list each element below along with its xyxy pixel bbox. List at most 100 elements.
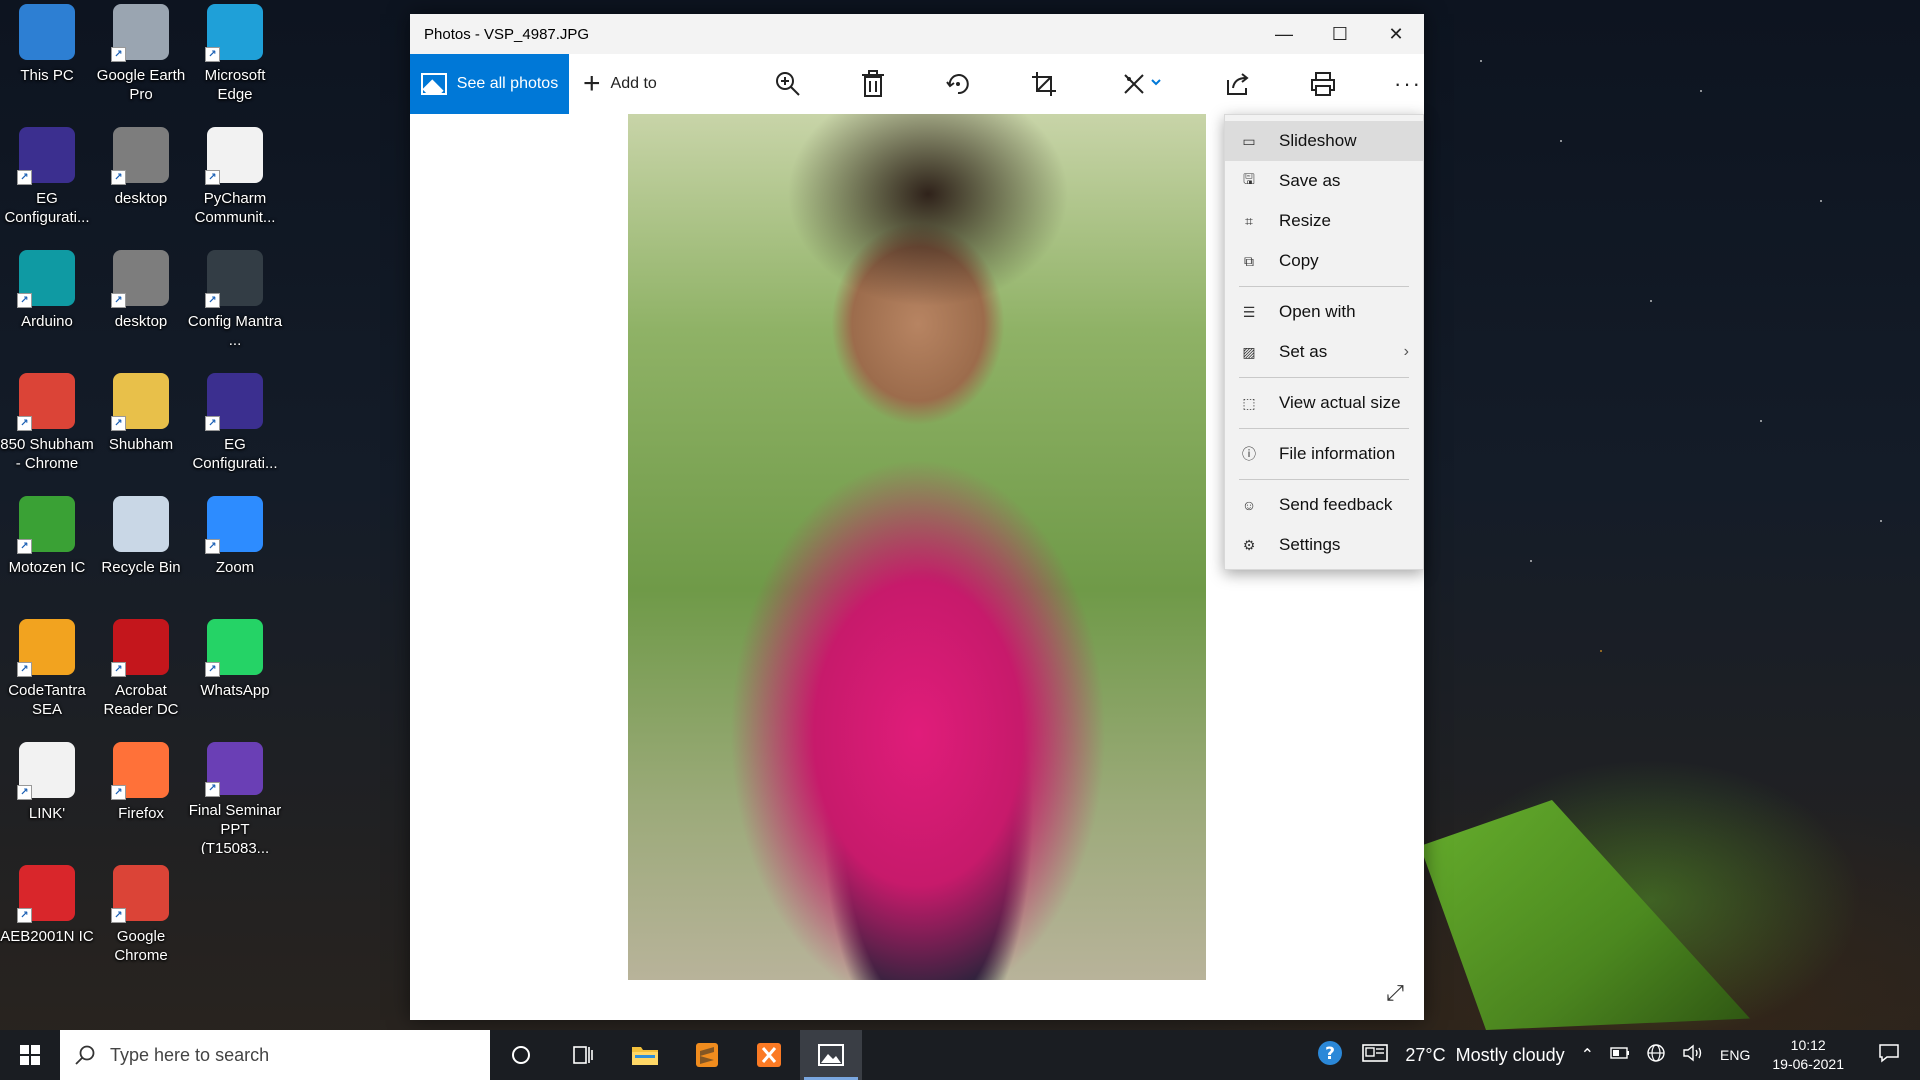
desktop-icon[interactable]: ↗ PyCharm Communit... (188, 127, 282, 239)
shortcut-arrow-icon: ↗ (17, 662, 32, 677)
start-button[interactable] (0, 1030, 60, 1080)
menu-item-send-feedback[interactable]: ☺ Send feedback (1225, 485, 1423, 525)
desktop-icon-label: Google Earth Pro (96, 67, 186, 103)
menu-item-view-actual-size[interactable]: ⬚ View actual size (1225, 383, 1423, 423)
more-options-menu: ▭ Slideshow 🖫 Save as ⌗ Resize ⧉ Copy ☰ … (1224, 114, 1424, 570)
network-globe-icon[interactable] (1638, 1043, 1674, 1068)
whatsapp-icon: ↗ (205, 619, 263, 677)
fullscreen-icon[interactable]: ⤢ (1382, 980, 1408, 1006)
menu-item-label: View actual size (1279, 393, 1401, 412)
menu-item-settings[interactable]: ⚙ Settings (1225, 525, 1423, 565)
add-to-label: Add to (610, 75, 657, 92)
plus-icon: + (583, 67, 601, 100)
desktop-icon[interactable]: ↗ Microsoft Edge (188, 4, 282, 116)
sun-icon: ↗ (17, 619, 75, 677)
task-view-icon[interactable] (552, 1030, 614, 1080)
desktop-icon-label: Motozen IC (8, 559, 86, 576)
window-title: Photos - VSP_4987.JPG (424, 25, 590, 43)
delete-icon[interactable] (855, 66, 891, 102)
desktop-icon-label: Config Mantra ... (187, 313, 283, 349)
cortana-icon[interactable] (490, 1030, 552, 1080)
desktop-icon[interactable]: This PC (0, 4, 94, 116)
desktop-icon[interactable]: ↗ WhatsApp (188, 619, 282, 731)
volume-icon[interactable] (1674, 1044, 1712, 1067)
desktop-icon[interactable]: ↗ Motozen IC (0, 496, 94, 608)
language-indicator[interactable]: ENG (1712, 1047, 1758, 1063)
desktop-icon-label: AEB2001N IC (0, 928, 94, 945)
crop-icon[interactable] (1026, 66, 1062, 102)
desktop-icon-label: Final Seminar PPT (T15083... (188, 801, 282, 854)
file-explorer-icon[interactable] (614, 1030, 676, 1080)
xampp-icon[interactable] (738, 1030, 800, 1080)
menu-divider (1239, 377, 1409, 378)
weather-text[interactable]: 27°C Mostly cloudy (1397, 1045, 1572, 1066)
desktop-icon[interactable]: ↗ Google Chrome (94, 865, 188, 977)
desktop-icon[interactable]: Recycle Bin (94, 496, 188, 608)
menu-item-file-information[interactable]: ⓘ File information (1225, 434, 1423, 474)
desktop-icon-label: Zoom (215, 559, 255, 576)
more-options-icon[interactable]: ··· (1390, 66, 1426, 102)
desktop-icon[interactable]: ↗ CodeTantra SEA (0, 619, 94, 731)
see-all-photos-button[interactable]: See all photos (410, 54, 569, 114)
globe-icon: ↗ (111, 4, 169, 62)
menu-item-label: Slideshow (1279, 131, 1357, 150)
menu-item-copy[interactable]: ⧉ Copy (1225, 241, 1423, 281)
desktop-icon[interactable]: ↗ Google Earth Pro (94, 4, 188, 116)
menu-item-resize[interactable]: ⌗ Resize (1225, 201, 1423, 241)
desktop-icon-label: Microsoft Edge (204, 67, 266, 103)
desktop-icon-label: 850 Shubham - Chrome (0, 436, 94, 472)
menu-item-label: Send feedback (1279, 495, 1393, 514)
desktop-icon[interactable]: ↗ Config Mantra ... (188, 250, 282, 362)
shortcut-arrow-icon: ↗ (205, 539, 220, 554)
sublime-text-icon[interactable] (676, 1030, 738, 1080)
help-icon[interactable]: ? (1307, 1038, 1353, 1073)
shortcut-arrow-icon: ↗ (17, 785, 32, 800)
desktop-icon[interactable]: ↗ Acrobat Reader DC (94, 619, 188, 731)
desktop-icon[interactable]: ↗ Final Seminar PPT (T15083... (188, 742, 282, 854)
desktop-icon[interactable]: ↗ desktop (94, 127, 188, 239)
shortcut-arrow-icon: ↗ (17, 416, 32, 431)
desktop-icon[interactable]: ↗ AEB2001N IC (0, 865, 94, 977)
desktop-icon[interactable]: ↗ EG Configurati... (188, 373, 282, 485)
chevron-up-icon[interactable]: ⌃ (1573, 1045, 1602, 1065)
user-folder-icon: ↗ (111, 373, 169, 431)
notifications-icon[interactable] (1858, 1043, 1920, 1068)
battery-icon[interactable] (1602, 1046, 1638, 1065)
desktop-icon[interactable]: ↗ desktop (94, 250, 188, 362)
rotate-icon[interactable] (940, 66, 976, 102)
share-icon[interactable] (1220, 66, 1256, 102)
settings-file-icon: ↗ (111, 250, 169, 308)
edit-create-icon[interactable] (1118, 66, 1168, 102)
menu-item-label: Save as (1279, 171, 1341, 190)
close-button[interactable]: ✕ (1368, 14, 1424, 54)
desktop-icon-label: LINK' (28, 805, 66, 822)
desktop-icon[interactable]: ↗ 850 Shubham - Chrome (0, 373, 94, 485)
title-bar[interactable]: Photos - VSP_4987.JPG — ☐ ✕ (410, 14, 1424, 54)
shortcut-arrow-icon: ↗ (111, 416, 126, 431)
menu-item-save-as[interactable]: 🖫 Save as (1225, 161, 1423, 201)
menu-item-slideshow[interactable]: ▭ Slideshow (1225, 121, 1423, 161)
zoom-in-icon[interactable] (770, 66, 806, 102)
desktop-icon[interactable]: ↗ Shubham (94, 373, 188, 485)
clock[interactable]: 10:12 19-06-2021 (1758, 1036, 1858, 1074)
menu-item-set-as[interactable]: ▨ Set as › (1225, 332, 1423, 372)
maximize-button[interactable]: ☐ (1312, 14, 1368, 54)
feedback-icon: ☺ (1241, 497, 1257, 513)
desktop-icon[interactable]: ↗ Arduino (0, 250, 94, 362)
desktop-icon[interactable]: ↗ LINK' (0, 742, 94, 854)
desktop-icon-label: Acrobat Reader DC (103, 682, 179, 718)
shortcut-arrow-icon: ↗ (205, 781, 220, 797)
photos-taskbar-icon[interactable] (800, 1030, 862, 1080)
settings-file-icon: ↗ (111, 127, 169, 185)
shortcut-arrow-icon: ↗ (111, 908, 126, 923)
desktop-icon[interactable]: ↗ Firefox (94, 742, 188, 854)
menu-item-open-with[interactable]: ☰ Open with (1225, 292, 1423, 332)
resize-icon: ⌗ (1245, 212, 1253, 229)
taskbar-search-box[interactable]: Type here to search (60, 1030, 490, 1080)
desktop-icon[interactable]: ↗ EG Configurati... (0, 127, 94, 239)
print-icon[interactable] (1305, 66, 1341, 102)
info-icon: ⓘ (1242, 446, 1256, 462)
add-to-button[interactable]: + Add to (583, 69, 657, 99)
minimize-button[interactable]: — (1256, 14, 1312, 54)
desktop-icon[interactable]: ↗ Zoom (188, 496, 282, 608)
